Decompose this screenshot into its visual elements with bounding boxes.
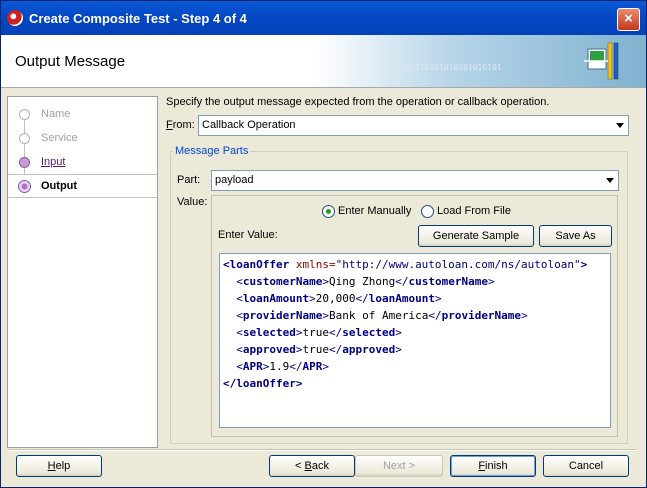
from-dropdown-value: Callback Operation [202, 119, 296, 131]
step-output: Output [8, 174, 157, 198]
load-from-file-label: Load From File [437, 205, 511, 217]
save-as-button[interactable]: Save As [539, 225, 612, 247]
step-output-label: Output [41, 180, 78, 192]
part-label: Part: [177, 174, 201, 186]
enter-value-label: Enter Value: [218, 229, 278, 241]
step-description: Specify the output message expected from… [166, 96, 550, 108]
banner-binary-text: 010101010101010101010101 [386, 63, 502, 72]
step-service-label: Service [41, 132, 78, 144]
cancel-button[interactable]: Cancel [543, 455, 629, 477]
composite-logo-icon [584, 42, 619, 80]
footer-separator [7, 449, 637, 451]
from-dropdown[interactable]: Callback Operation [198, 115, 629, 136]
step-name-dot-icon [19, 109, 30, 120]
xml-value-editor[interactable]: <loanOffer xmlns="http://www.autoloan.co… [219, 253, 611, 428]
step-name: Name [8, 103, 157, 125]
wizard-banner: Output Message 010101010101010101010101 [1, 35, 646, 88]
enter-manually-label: Enter Manually [338, 205, 412, 217]
step-input-dot-icon [19, 157, 30, 168]
title-bar[interactable]: Create Composite Test - Step 4 of 4 × [1, 1, 646, 35]
part-dropdown[interactable]: payload [211, 170, 619, 191]
step-output-dot-icon [18, 180, 31, 193]
step-service: Service [8, 127, 157, 149]
back-button[interactable]: < Back [269, 455, 355, 477]
page-title: Output Message [15, 53, 126, 70]
part-dropdown-value: payload [215, 174, 254, 186]
value-label: Value: [177, 196, 208, 208]
step-input-link[interactable]: Input [41, 156, 65, 168]
banner-art: 010101010101010101010101 [316, 35, 646, 87]
app-logo-icon [7, 10, 23, 26]
dropdown-arrow-icon [606, 178, 614, 183]
xml-line-approved: <approved>true</approved> [236, 343, 402, 356]
help-button[interactable]: Help [16, 455, 102, 477]
radio-unselected-icon [421, 205, 434, 218]
message-parts-title: Message Parts [173, 145, 251, 157]
from-label: From: [166, 119, 195, 131]
close-button[interactable]: × [617, 8, 640, 31]
dropdown-arrow-icon [616, 123, 624, 128]
step-service-dot-icon [19, 133, 30, 144]
step-input[interactable]: Input [8, 151, 157, 173]
generate-sample-button[interactable]: Generate Sample [418, 225, 534, 247]
wizard-steps-panel: Name Service Input Output [7, 96, 158, 448]
xml-line-customername: <customerName>Qing Zhong</customerName> [236, 275, 495, 288]
step-name-label: Name [41, 108, 71, 120]
window-title: Create Composite Test - Step 4 of 4 [29, 11, 247, 26]
next-button[interactable]: Next > [355, 455, 443, 477]
xml-line-selected: <selected>true</selected> [236, 326, 402, 339]
xml-root-open-line: <loanOffer xmlns="http://www.autoloan.co… [223, 258, 588, 271]
xml-root-close-line: </loanOffer> [223, 377, 303, 390]
xml-line-loanamount: <loanAmount>20,000</loanAmount> [236, 292, 442, 305]
finish-button[interactable]: Finish [450, 455, 536, 477]
radio-selected-icon [322, 205, 335, 218]
xml-line-apr: <APR>1.9</APR> [236, 360, 329, 373]
xml-line-providername: <providerName>Bank of America</providerN… [236, 309, 528, 322]
